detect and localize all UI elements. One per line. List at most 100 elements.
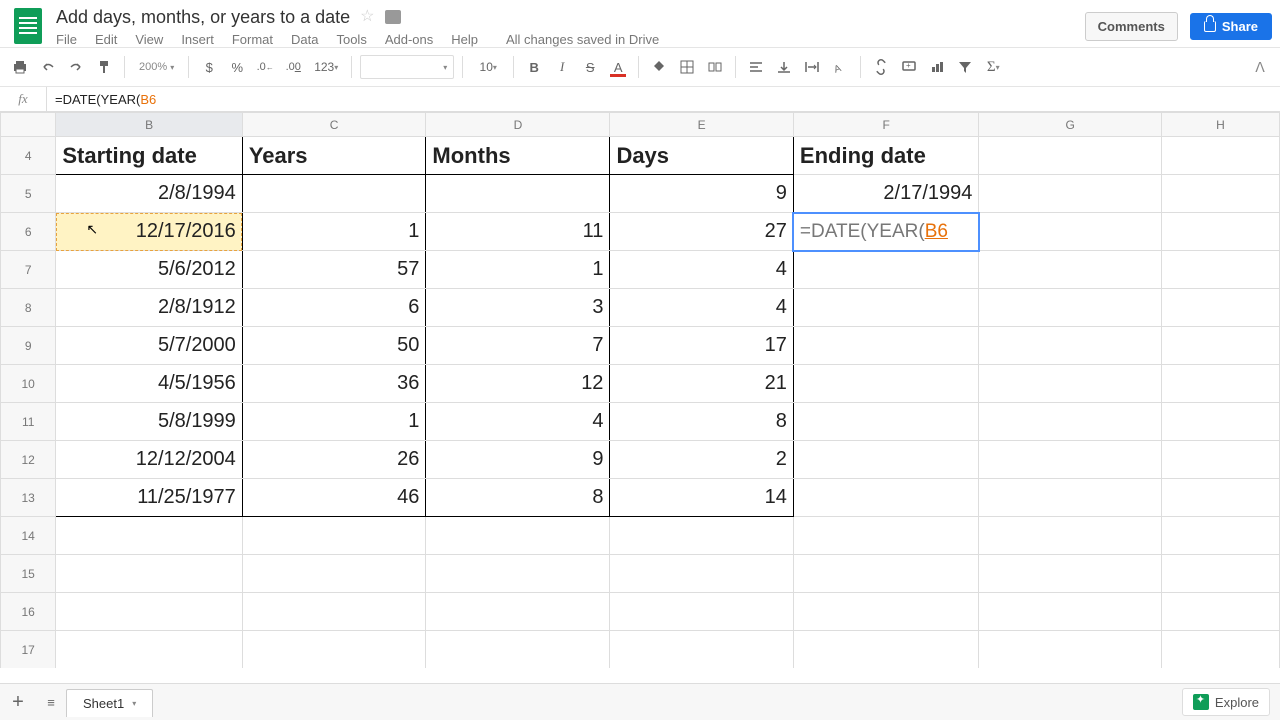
cell[interactable] (426, 631, 610, 669)
cell[interactable]: 6 (242, 289, 426, 327)
cell[interactable]: 4/5/1956 (56, 365, 242, 403)
menu-data[interactable]: Data (291, 32, 318, 47)
cell[interactable]: Ending date (793, 137, 978, 175)
cell[interactable]: 5/8/1999 (56, 403, 242, 441)
cell[interactable] (610, 555, 793, 593)
cell[interactable]: 1 (426, 251, 610, 289)
cell[interactable]: 12 (426, 365, 610, 403)
borders-button[interactable] (675, 55, 699, 79)
cell[interactable]: Months (426, 137, 610, 175)
increase-decimal-button[interactable]: .00 (281, 55, 305, 79)
cell[interactable] (793, 251, 978, 289)
cell[interactable]: Starting date (56, 137, 242, 175)
row-header[interactable]: 17 (1, 631, 56, 669)
cell[interactable] (242, 593, 426, 631)
halign-button[interactable] (744, 55, 768, 79)
collapse-toolbar-icon[interactable]: ᐱ (1248, 55, 1272, 79)
italic-button[interactable]: I (550, 55, 574, 79)
menu-insert[interactable]: Insert (181, 32, 214, 47)
folder-icon[interactable] (385, 10, 401, 24)
cell[interactable] (979, 289, 1162, 327)
row-header[interactable]: 9 (1, 327, 56, 365)
cell[interactable] (979, 175, 1162, 213)
cell[interactable] (1161, 555, 1279, 593)
functions-icon[interactable]: Σ▾ (981, 55, 1005, 79)
cell[interactable]: ↖12/17/2016 (56, 213, 242, 251)
redo-icon[interactable] (64, 55, 88, 79)
row-header[interactable]: 7 (1, 251, 56, 289)
valign-button[interactable] (772, 55, 796, 79)
cell[interactable]: 2/8/1994 (56, 175, 242, 213)
col-header[interactable]: C (242, 113, 426, 137)
cell[interactable]: 11/25/1977 (56, 479, 242, 517)
cell[interactable] (793, 441, 978, 479)
fill-color-button[interactable] (647, 55, 671, 79)
spreadsheet-grid[interactable]: B C D E F G H 4 Starting date Years Mont… (0, 112, 1280, 668)
menu-view[interactable]: View (135, 32, 163, 47)
cell[interactable] (610, 631, 793, 669)
print-icon[interactable] (8, 55, 32, 79)
cell[interactable] (1161, 365, 1279, 403)
cell[interactable]: 2/17/1994 (793, 175, 978, 213)
col-header[interactable]: B (56, 113, 242, 137)
cell[interactable] (1161, 175, 1279, 213)
cell[interactable] (979, 327, 1162, 365)
col-header[interactable]: H (1161, 113, 1279, 137)
row-header[interactable]: 5 (1, 175, 56, 213)
cell[interactable] (793, 365, 978, 403)
cell[interactable]: 1 (242, 213, 426, 251)
cell[interactable] (242, 555, 426, 593)
cell[interactable] (1161, 631, 1279, 669)
row-header[interactable]: 6 (1, 213, 56, 251)
cell[interactable]: 4 (426, 403, 610, 441)
cell[interactable]: 21 (610, 365, 793, 403)
row-header[interactable]: 11 (1, 403, 56, 441)
strike-button[interactable]: S (578, 55, 602, 79)
row-header[interactable]: 4 (1, 137, 56, 175)
cell[interactable]: 9 (610, 175, 793, 213)
link-icon[interactable] (869, 55, 893, 79)
cell[interactable] (979, 631, 1162, 669)
cell[interactable] (242, 175, 426, 213)
cell[interactable] (1161, 517, 1279, 555)
cell[interactable]: 14 (610, 479, 793, 517)
cell[interactable] (979, 403, 1162, 441)
cell[interactable] (979, 555, 1162, 593)
cell[interactable] (1161, 479, 1279, 517)
col-header[interactable]: E (610, 113, 793, 137)
row-header[interactable]: 14 (1, 517, 56, 555)
cell[interactable] (793, 327, 978, 365)
cell[interactable]: 2 (610, 441, 793, 479)
merge-button[interactable] (703, 55, 727, 79)
menu-edit[interactable]: Edit (95, 32, 117, 47)
explore-button[interactable]: Explore (1182, 688, 1270, 716)
cell[interactable] (56, 631, 242, 669)
cell[interactable] (426, 175, 610, 213)
row-header[interactable]: 10 (1, 365, 56, 403)
doc-title[interactable]: Add days, months, or years to a date (56, 6, 350, 28)
cell[interactable] (1161, 213, 1279, 251)
chart-icon[interactable] (925, 55, 949, 79)
cell[interactable] (979, 441, 1162, 479)
bold-button[interactable]: B (522, 55, 546, 79)
cell[interactable] (979, 251, 1162, 289)
cell[interactable] (979, 593, 1162, 631)
select-all-cell[interactable] (1, 113, 56, 137)
row-header[interactable]: 8 (1, 289, 56, 327)
cell[interactable]: 11 (426, 213, 610, 251)
cell[interactable] (242, 517, 426, 555)
sheet-tab[interactable]: Sheet1▾ (66, 689, 153, 717)
rotate-button[interactable]: A (828, 55, 852, 79)
cell[interactable] (610, 517, 793, 555)
col-header[interactable]: G (979, 113, 1162, 137)
cell[interactable]: 17 (610, 327, 793, 365)
wrap-button[interactable] (800, 55, 824, 79)
cell[interactable] (1161, 327, 1279, 365)
cell[interactable] (979, 479, 1162, 517)
cell[interactable]: 26 (242, 441, 426, 479)
cell[interactable] (426, 593, 610, 631)
cell[interactable] (979, 365, 1162, 403)
row-header[interactable]: 12 (1, 441, 56, 479)
cell[interactable] (793, 593, 978, 631)
cell[interactable] (1161, 251, 1279, 289)
